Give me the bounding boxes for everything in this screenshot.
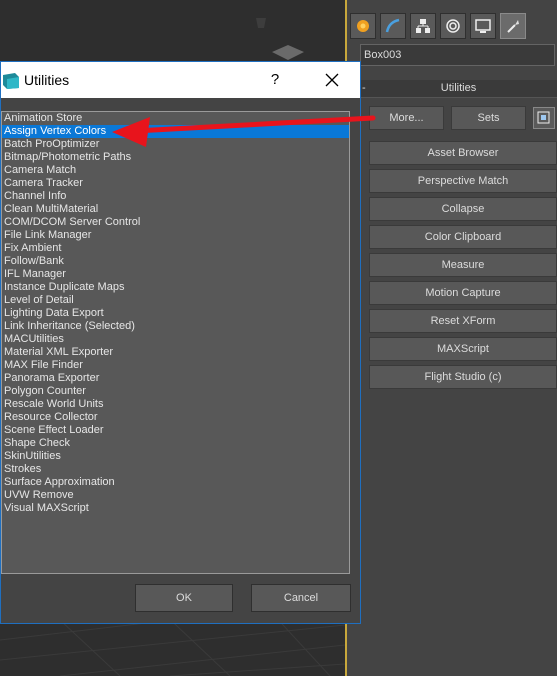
list-item[interactable]: Bitmap/Photometric Paths [2,151,349,164]
list-item[interactable]: Camera Tracker [2,177,349,190]
modify-icon[interactable] [380,13,406,39]
list-item[interactable]: Lighting Data Export [2,307,349,320]
utility-button[interactable]: Collapse [369,197,557,221]
list-item[interactable]: UVW Remove [2,489,349,502]
utilities-dialog: Utilities ? Animation Store Assign Vertex… [0,61,361,624]
dialog-title: Utilities [24,72,70,88]
list-item[interactable]: Level of Detail [2,294,349,307]
help-button[interactable]: ? [263,62,287,98]
utility-button[interactable]: Measure [369,253,557,277]
list-item[interactable]: Panorama Exporter [2,372,349,385]
close-icon [325,73,339,87]
utilities-icon[interactable] [500,13,526,39]
list-item[interactable]: Material XML Exporter [2,346,349,359]
list-item[interactable]: File Link Manager [2,229,349,242]
utilities-rollout-header[interactable]: Utilities [360,80,557,98]
list-item[interactable]: Assign Vertex Colors [2,125,349,138]
motion-icon[interactable] [440,13,466,39]
cancel-button[interactable]: Cancel [251,584,351,612]
list-item[interactable]: COM/DCOM Server Control [2,216,349,229]
list-item[interactable]: Channel Info [2,190,349,203]
command-panel-tabs [348,10,557,42]
list-item[interactable]: Instance Duplicate Maps [2,281,349,294]
list-item[interactable]: Strokes [2,463,349,476]
list-item[interactable]: Polygon Counter [2,385,349,398]
list-item[interactable]: Resource Collector [2,411,349,424]
object-name-field[interactable]: Box003 [360,44,555,66]
rollout-collapse-icon[interactable]: - [362,80,366,97]
list-item[interactable]: Clean MultiMaterial [2,203,349,216]
list-item[interactable]: Camera Match [2,164,349,177]
list-item[interactable]: SkinUtilities [2,450,349,463]
utility-button[interactable]: MAXScript [369,337,557,361]
hierarchy-icon[interactable] [410,13,436,39]
list-item[interactable]: Rescale World Units [2,398,349,411]
display-icon[interactable] [470,13,496,39]
dialog-titlebar[interactable]: Utilities ? [1,62,360,98]
list-item[interactable]: MACUtilities [2,333,349,346]
list-item[interactable]: Scene Effect Loader [2,424,349,437]
configure-button-sets-icon[interactable] [533,107,555,129]
utility-button[interactable]: Perspective Match [369,169,557,193]
utility-button[interactable]: Motion Capture [369,281,557,305]
list-item[interactable]: Shape Check [2,437,349,450]
utility-button[interactable]: Reset XForm [369,309,557,333]
create-icon[interactable] [350,13,376,39]
list-item[interactable]: Follow/Bank [2,255,349,268]
utility-button[interactable]: Asset Browser [369,141,557,165]
list-item[interactable]: MAX File Finder [2,359,349,372]
sets-button[interactable]: Sets [451,106,526,130]
list-item[interactable]: Fix Ambient [2,242,349,255]
close-button[interactable] [317,62,347,98]
utility-button[interactable]: Flight Studio (c) [369,365,557,389]
list-item[interactable]: Surface Approximation [2,476,349,489]
list-item[interactable]: Visual MAXScript [2,502,349,515]
list-item[interactable]: IFL Manager [2,268,349,281]
more-button[interactable]: More... [369,106,444,130]
3dsmax-app-icon [3,73,19,89]
list-item[interactable]: Link Inheritance (Selected) [2,320,349,333]
utilities-list[interactable]: Animation Store Assign Vertex Colors Batch… [1,111,350,574]
list-item[interactable]: Batch ProOptimizer [2,138,349,151]
list-item[interactable]: Animation Store [2,112,349,125]
utility-button[interactable]: Color Clipboard [369,225,557,249]
ok-button[interactable]: OK [135,584,233,612]
